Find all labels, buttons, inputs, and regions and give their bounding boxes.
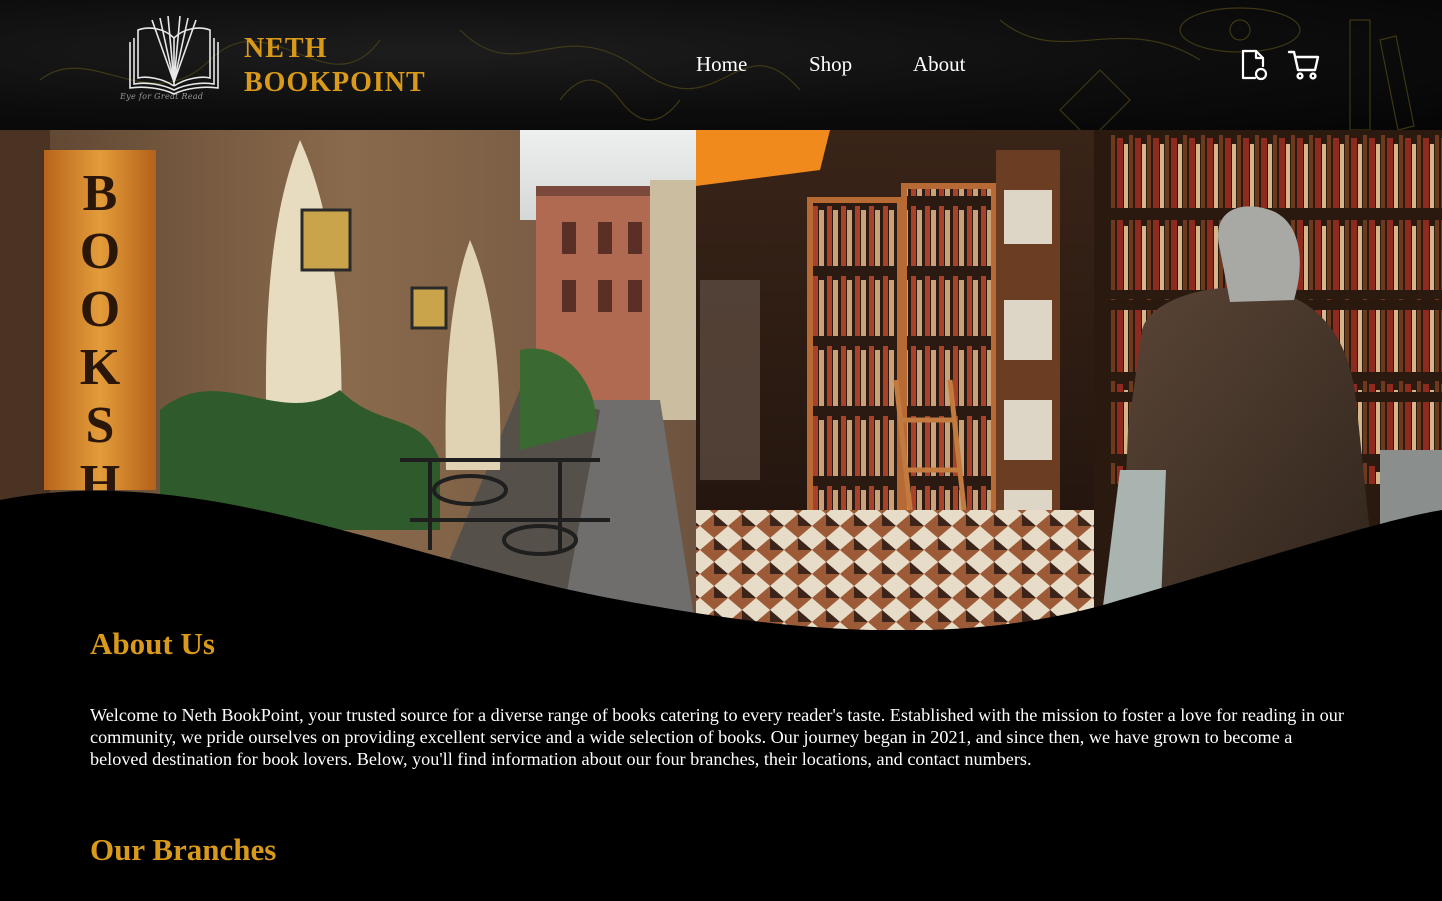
hero-image: B O O K S H <box>0 130 1442 630</box>
svg-text:K: K <box>80 339 121 396</box>
about-us-description: Welcome to Neth BookPoint, your trusted … <box>90 705 1344 769</box>
about-us-heading: About Us <box>90 626 215 661</box>
nav-link-shop[interactable]: Shop <box>809 52 852 77</box>
svg-text:O: O <box>80 281 120 338</box>
nav-link-about[interactable]: About <box>913 52 966 77</box>
cart-icon[interactable] <box>1287 48 1321 82</box>
hero-collage: B O O K S H <box>0 130 1442 630</box>
our-branches-heading: Our Branches <box>90 832 277 867</box>
document-icon[interactable] <box>1237 48 1271 82</box>
svg-text:S: S <box>86 397 115 454</box>
nav-link-home[interactable]: Home <box>696 52 747 77</box>
logo-tagline: Eye for Great Read <box>120 92 204 101</box>
svg-text:O: O <box>80 223 120 280</box>
main-nav: Home Shop About <box>0 52 1442 82</box>
site-header: Eye for Great Read NETH BOOKPOINT Home S… <box>0 0 1442 130</box>
sign-letter-b: B <box>83 165 118 222</box>
